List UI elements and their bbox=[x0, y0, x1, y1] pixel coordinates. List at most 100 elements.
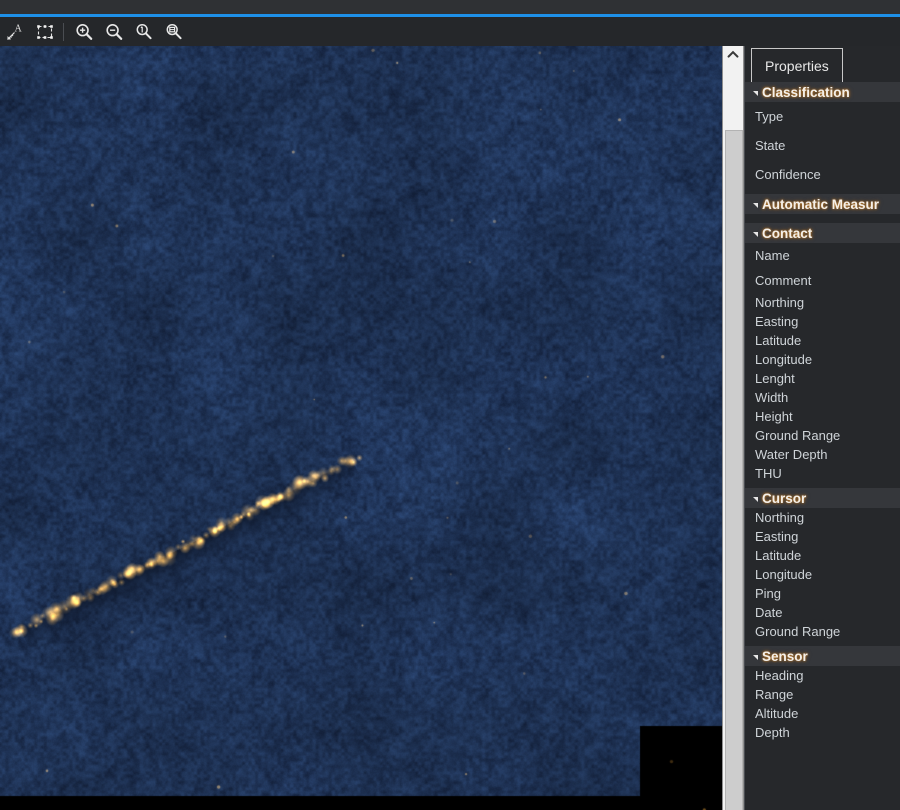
property-row-ground-range[interactable]: Ground Range bbox=[745, 622, 900, 641]
section-header-automatic-measur[interactable]: Automatic Measur bbox=[745, 194, 900, 214]
property-label: Height bbox=[755, 409, 793, 424]
chevron-up-icon bbox=[727, 50, 739, 58]
collapse-triangle-icon bbox=[753, 496, 758, 502]
property-row-easting[interactable]: Easting bbox=[745, 312, 900, 331]
section-header-classification[interactable]: Classification bbox=[745, 82, 900, 102]
property-row-date[interactable]: Date bbox=[745, 603, 900, 622]
property-row-comment[interactable]: Comment bbox=[745, 268, 900, 293]
zoom-fit-button[interactable] bbox=[159, 18, 189, 45]
property-label: Confidence bbox=[755, 167, 821, 182]
property-row-easting[interactable]: Easting bbox=[745, 527, 900, 546]
zoom-actual-size-button[interactable] bbox=[129, 18, 159, 45]
toolbar-divider bbox=[63, 22, 64, 41]
sidescan-sonar-waterfall[interactable] bbox=[0, 46, 722, 810]
application-window: A Properties Classification Type State C… bbox=[0, 0, 900, 810]
collapse-triangle-icon bbox=[753, 90, 758, 96]
collapse-triangle-icon bbox=[753, 202, 758, 208]
scroll-thumb[interactable] bbox=[725, 130, 743, 810]
property-row-range[interactable]: Range bbox=[745, 685, 900, 704]
property-row-width[interactable]: Width bbox=[745, 388, 900, 407]
property-row-type[interactable]: Type bbox=[745, 102, 900, 131]
section-title: Automatic Measur bbox=[762, 196, 880, 212]
marquee-select-tool[interactable] bbox=[30, 18, 60, 45]
property-row-longitude[interactable]: Longitude bbox=[745, 565, 900, 584]
zoom-out-button[interactable] bbox=[99, 18, 129, 45]
property-row-height[interactable]: Height bbox=[745, 407, 900, 426]
panel-tabstrip: Properties bbox=[745, 46, 900, 83]
property-list: Classification Type State Confidence Automat… bbox=[745, 82, 900, 747]
property-row-name[interactable]: Name bbox=[745, 243, 900, 268]
property-label: State bbox=[755, 138, 786, 153]
property-label: Type bbox=[755, 109, 784, 124]
property-row-depth[interactable]: Depth bbox=[745, 723, 900, 742]
property-row-northing[interactable]: Northing bbox=[745, 508, 900, 527]
section-body-contact: Name Comment Northing Easting Latitude Longit… bbox=[745, 243, 900, 488]
magnifier-minus-icon bbox=[106, 23, 123, 40]
scroll-up-button[interactable] bbox=[723, 46, 743, 63]
property-row-northing[interactable]: Northing bbox=[745, 293, 900, 312]
property-label: THU bbox=[755, 466, 782, 481]
property-label: Altitude bbox=[755, 706, 799, 721]
collapse-triangle-icon bbox=[753, 231, 758, 237]
zoom-in-button[interactable] bbox=[69, 18, 99, 45]
section-header-contact[interactable]: Contact bbox=[745, 223, 900, 243]
properties-panel: Properties Classification Type State Confid… bbox=[744, 46, 900, 810]
magnifier-extent-icon bbox=[166, 23, 182, 39]
magnifier-one-icon bbox=[136, 23, 152, 39]
property-row-lenght[interactable]: Lenght bbox=[745, 369, 900, 388]
property-label: Name bbox=[755, 248, 790, 263]
property-label: Range bbox=[755, 687, 794, 702]
property-label: Latitude bbox=[755, 548, 802, 563]
property-label: Ground Range bbox=[755, 428, 841, 443]
tab-properties[interactable]: Properties bbox=[751, 48, 843, 82]
vertical-scrollbar[interactable] bbox=[722, 46, 744, 810]
property-row-water-depth[interactable]: Water Depth bbox=[745, 445, 900, 464]
section-body-cursor: Northing Easting Latitude Longitude Ping Date… bbox=[745, 508, 900, 646]
property-row-longitude[interactable]: Longitude bbox=[745, 350, 900, 369]
section-header-cursor[interactable]: Cursor bbox=[745, 488, 900, 508]
property-label: Longitude bbox=[755, 567, 813, 582]
ruler-a-icon: A bbox=[7, 23, 23, 40]
property-row-state[interactable]: State bbox=[745, 131, 900, 160]
sonar-image-view[interactable] bbox=[0, 46, 722, 810]
section-title: Cursor bbox=[762, 490, 807, 506]
section-body-classification: Type State Confidence bbox=[745, 102, 900, 194]
property-row-altitude[interactable]: Altitude bbox=[745, 704, 900, 723]
property-label: Easting bbox=[755, 529, 799, 544]
property-label: Northing bbox=[755, 510, 805, 525]
property-label: Water Depth bbox=[755, 447, 828, 462]
svg-text:A: A bbox=[15, 23, 23, 34]
section-title: Contact bbox=[762, 225, 813, 241]
property-label: Lenght bbox=[755, 371, 795, 386]
property-label: Latitude bbox=[755, 333, 802, 348]
property-label: Ground Range bbox=[755, 624, 841, 639]
property-row-ground-range[interactable]: Ground Range bbox=[745, 426, 900, 445]
property-row-confidence[interactable]: Confidence bbox=[745, 160, 900, 189]
property-label: Comment bbox=[755, 273, 812, 288]
tab-properties-label: Properties bbox=[765, 57, 829, 74]
section-title: Sensor bbox=[762, 648, 808, 664]
property-row-thu[interactable]: THU bbox=[745, 464, 900, 483]
section-body-sensor: Heading Range Altitude Depth bbox=[745, 666, 900, 747]
property-label: Longitude bbox=[755, 352, 813, 367]
magnifier-plus-icon bbox=[76, 23, 93, 40]
property-label: Ping bbox=[755, 586, 782, 601]
property-label: Heading bbox=[755, 668, 804, 683]
property-row-ping[interactable]: Ping bbox=[745, 584, 900, 603]
property-label: Northing bbox=[755, 295, 805, 310]
measure-annotation-tool[interactable]: A bbox=[0, 18, 30, 45]
property-row-latitude[interactable]: Latitude bbox=[745, 331, 900, 350]
title-strip bbox=[0, 0, 900, 15]
property-row-heading[interactable]: Heading bbox=[745, 666, 900, 685]
property-label: Easting bbox=[755, 314, 799, 329]
property-label: Date bbox=[755, 605, 783, 620]
section-spacer bbox=[745, 742, 900, 747]
section-title: Classification bbox=[762, 84, 850, 100]
section-header-sensor[interactable]: Sensor bbox=[745, 646, 900, 666]
section-spacer bbox=[745, 214, 900, 223]
collapse-triangle-icon bbox=[753, 654, 758, 660]
property-label: Depth bbox=[755, 725, 790, 740]
section-body-automatic-measur bbox=[745, 214, 900, 223]
property-row-latitude[interactable]: Latitude bbox=[745, 546, 900, 565]
selection-rectangle-icon bbox=[37, 24, 53, 39]
